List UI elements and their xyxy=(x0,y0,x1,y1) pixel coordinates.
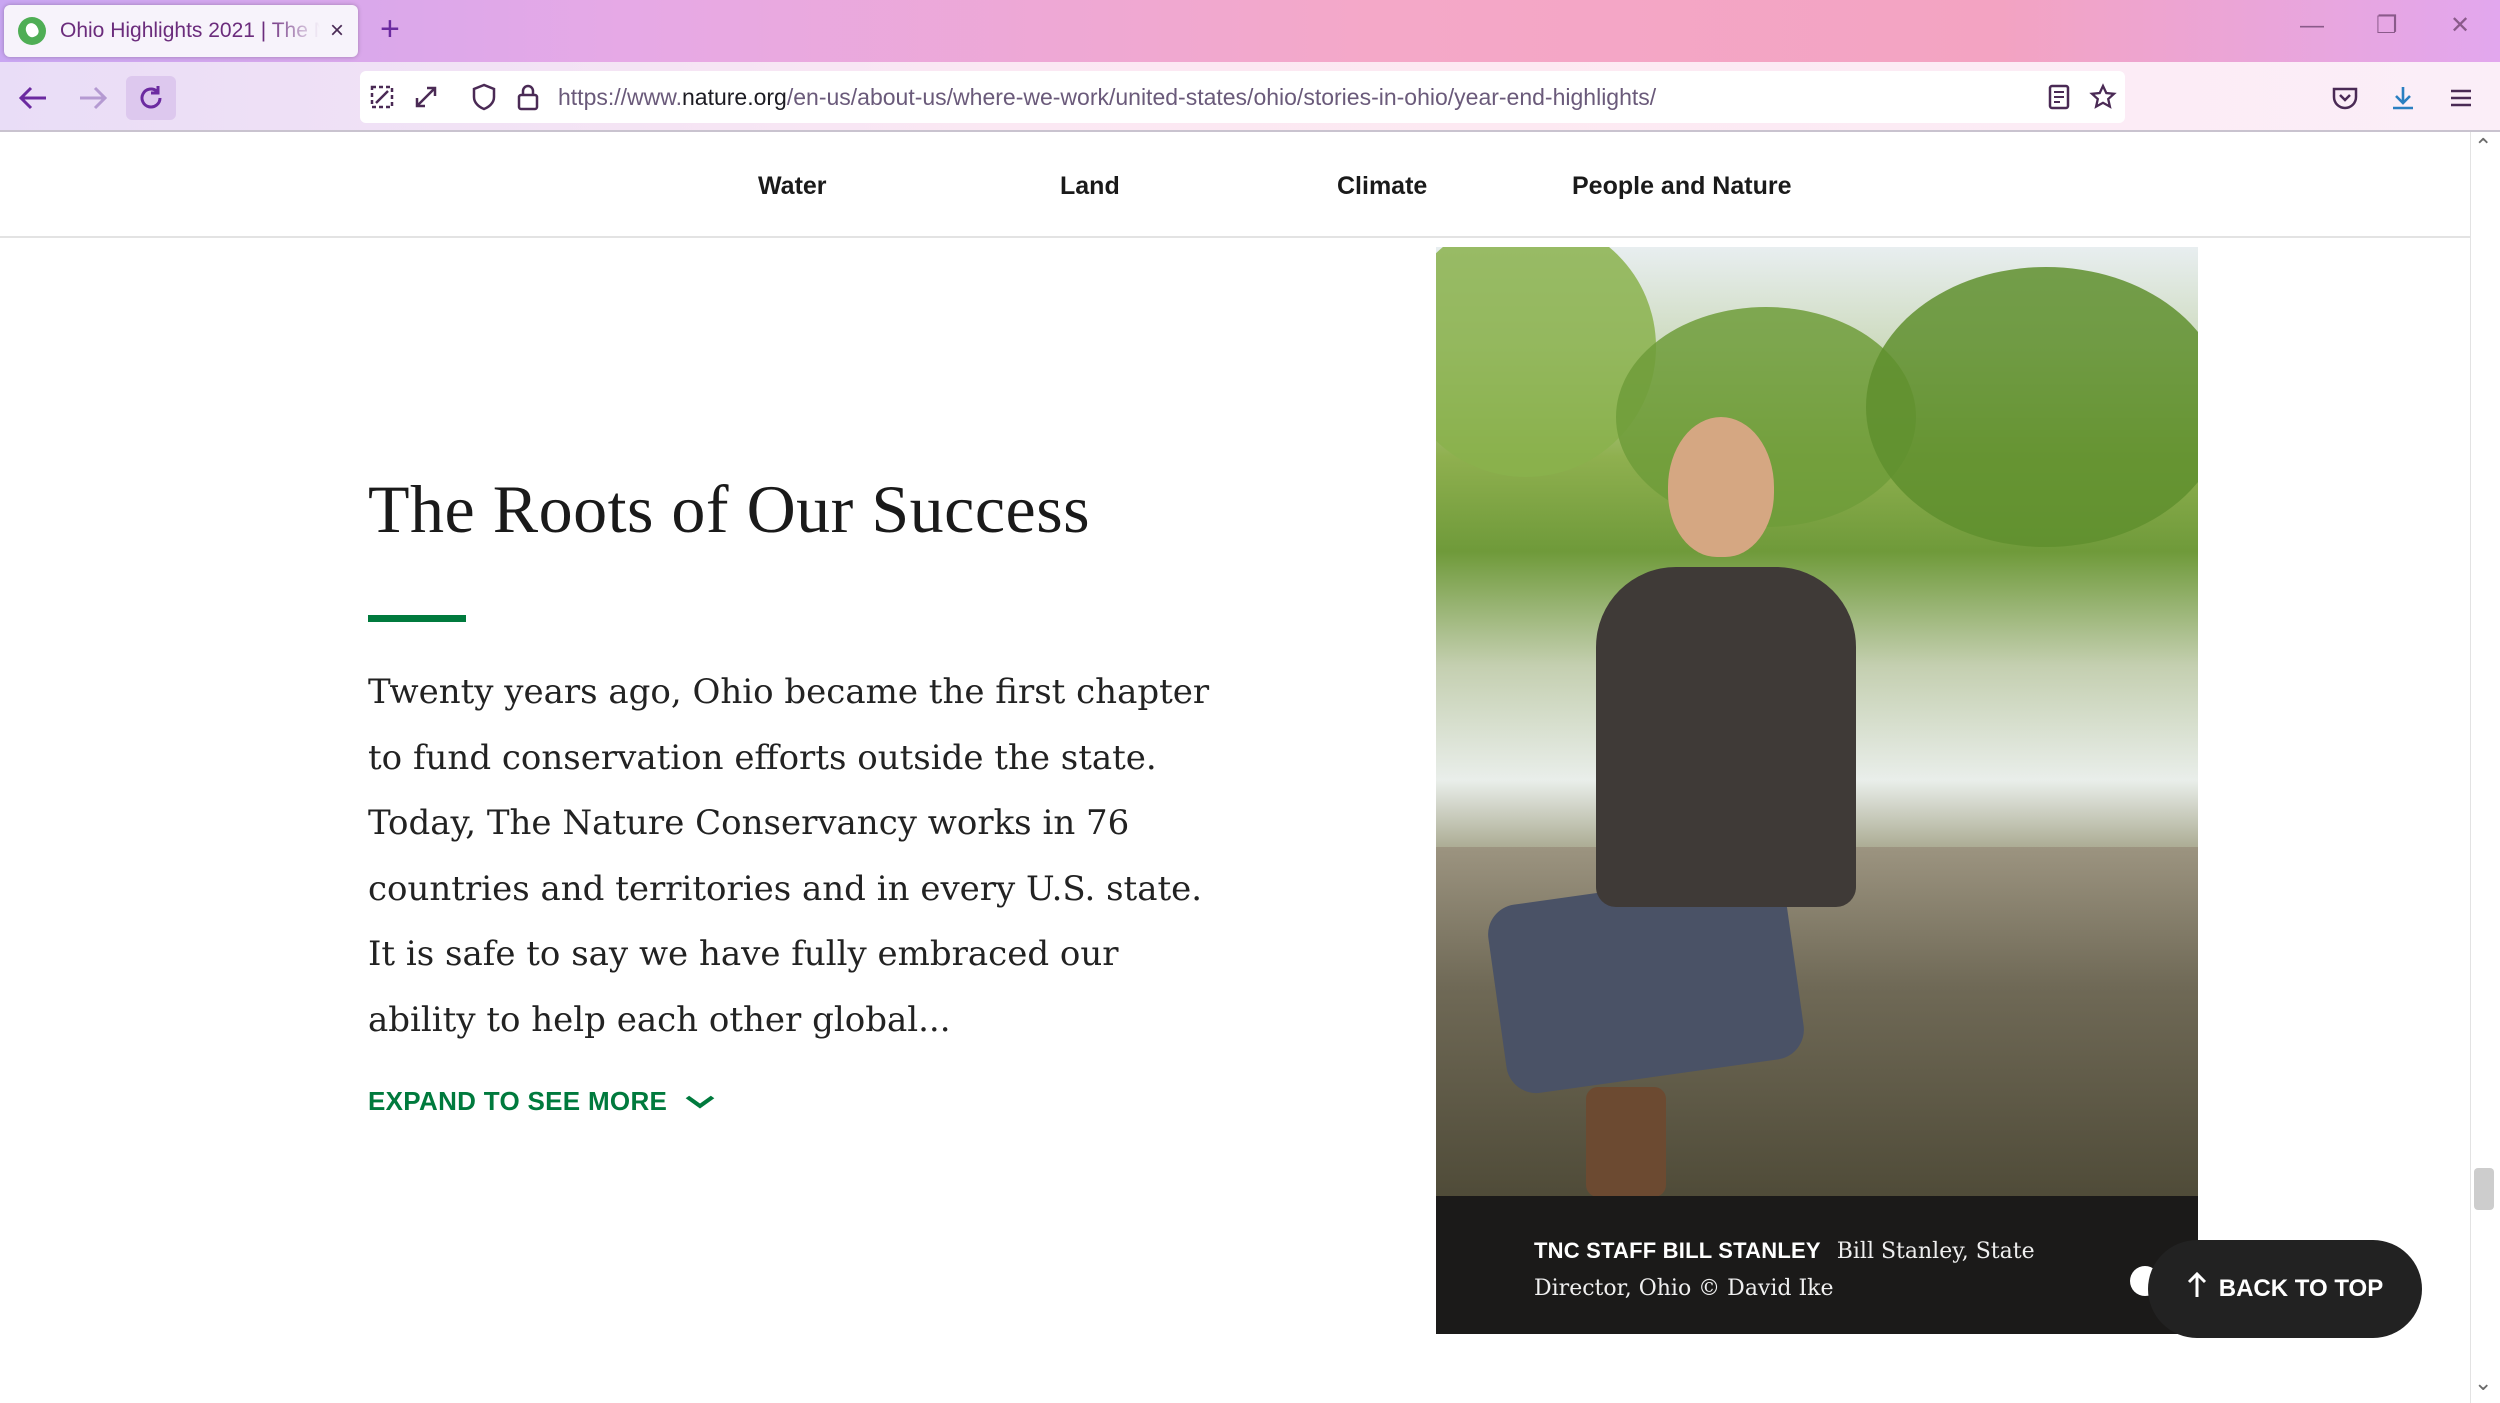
menu-hamburger-icon[interactable] xyxy=(2436,76,2486,120)
back-arrow-icon[interactable] xyxy=(8,76,58,120)
chevron-down-icon xyxy=(685,1088,716,1116)
tracking-protection-shield-icon[interactable] xyxy=(462,75,506,119)
reader-view-icon[interactable] xyxy=(2037,75,2081,119)
nav-item-people-and-nature[interactable]: People and Nature xyxy=(1572,172,1792,201)
back-to-top-label: BACK TO TOP xyxy=(2218,1275,2384,1302)
person-boot xyxy=(1586,1087,1666,1197)
photo-caption: TNC STAFF BILL STANLEY Bill Stanley, Stat… xyxy=(1436,1196,2198,1334)
lock-icon[interactable] xyxy=(506,75,550,119)
tree-foliage xyxy=(1866,267,2198,547)
nav-item-water[interactable]: Water xyxy=(758,172,827,201)
scroll-up-icon[interactable]: ⌃ xyxy=(2474,134,2492,160)
url-text[interactable]: https://www.nature.org/en-us/about-us/wh… xyxy=(558,84,1656,111)
browser-toolbar: https://www.nature.org/en-us/about-us/wh… xyxy=(0,62,2500,132)
nav-item-land[interactable]: Land xyxy=(1060,172,1120,201)
article-body: Twenty years ago, Ohio became the first … xyxy=(368,672,1210,1040)
pocket-icon[interactable] xyxy=(2320,76,2370,120)
close-window-icon[interactable]: ✕ xyxy=(2450,14,2470,38)
url-host: nature.org xyxy=(681,83,787,110)
url-path: /en-us/about-us/where-we-work/united-sta… xyxy=(786,83,1657,110)
back-to-top-button[interactable]: BACK TO TOP xyxy=(2148,1240,2422,1338)
close-tab-icon[interactable]: × xyxy=(330,19,344,43)
person-head xyxy=(1668,417,1774,557)
headline-accent-divider xyxy=(368,615,466,622)
address-bar[interactable]: https://www.nature.org/en-us/about-us/wh… xyxy=(360,71,2125,123)
article-headline: The Roots of Our Success xyxy=(368,471,1091,547)
caption-text-block: TNC STAFF BILL STANLEY Bill Stanley, Stat… xyxy=(1534,1232,2138,1307)
browser-tab[interactable]: Ohio Highlights 2021 | The Nature Conser… xyxy=(4,5,358,57)
scroll-down-icon[interactable]: ⌄ xyxy=(2474,1370,2492,1396)
minimize-window-icon[interactable]: — xyxy=(2300,14,2324,38)
reload-icon[interactable] xyxy=(126,76,176,120)
restore-window-icon[interactable]: ❐ xyxy=(2376,14,2398,38)
new-tab-button[interactable]: + xyxy=(380,12,400,46)
person-shirt xyxy=(1596,567,1856,907)
fullscreen-expand-icon[interactable] xyxy=(404,75,448,119)
browser-title-bar: Ohio Highlights 2021 | The Nature Conser… xyxy=(0,0,2500,62)
scrollbar-thumb[interactable] xyxy=(2474,1168,2494,1210)
staff-portrait-photo xyxy=(1436,247,2198,1199)
nav-item-climate[interactable]: Climate xyxy=(1337,172,1427,201)
tab-title: Ohio Highlights 2021 | The Nature Conser… xyxy=(60,19,320,42)
site-navigation: Water Land Climate People and Nature xyxy=(0,132,2470,238)
url-prefix: https://www. xyxy=(558,83,682,110)
nature-conservancy-favicon-icon xyxy=(18,17,46,45)
page-scrollbar[interactable] xyxy=(2470,132,2500,1403)
expand-to-see-more-button[interactable]: EXPAND TO SEE MORE xyxy=(368,1086,715,1117)
arrow-up-icon xyxy=(2187,1271,2207,1307)
caption-label: TNC STAFF BILL STANLEY xyxy=(1534,1238,1821,1263)
bookmark-star-icon[interactable] xyxy=(2081,75,2125,119)
forward-arrow-icon[interactable] xyxy=(68,76,118,120)
screenshot-icon[interactable] xyxy=(360,75,404,119)
downloads-icon[interactable] xyxy=(2378,76,2428,120)
expand-label: EXPAND TO SEE MORE xyxy=(368,1086,668,1116)
